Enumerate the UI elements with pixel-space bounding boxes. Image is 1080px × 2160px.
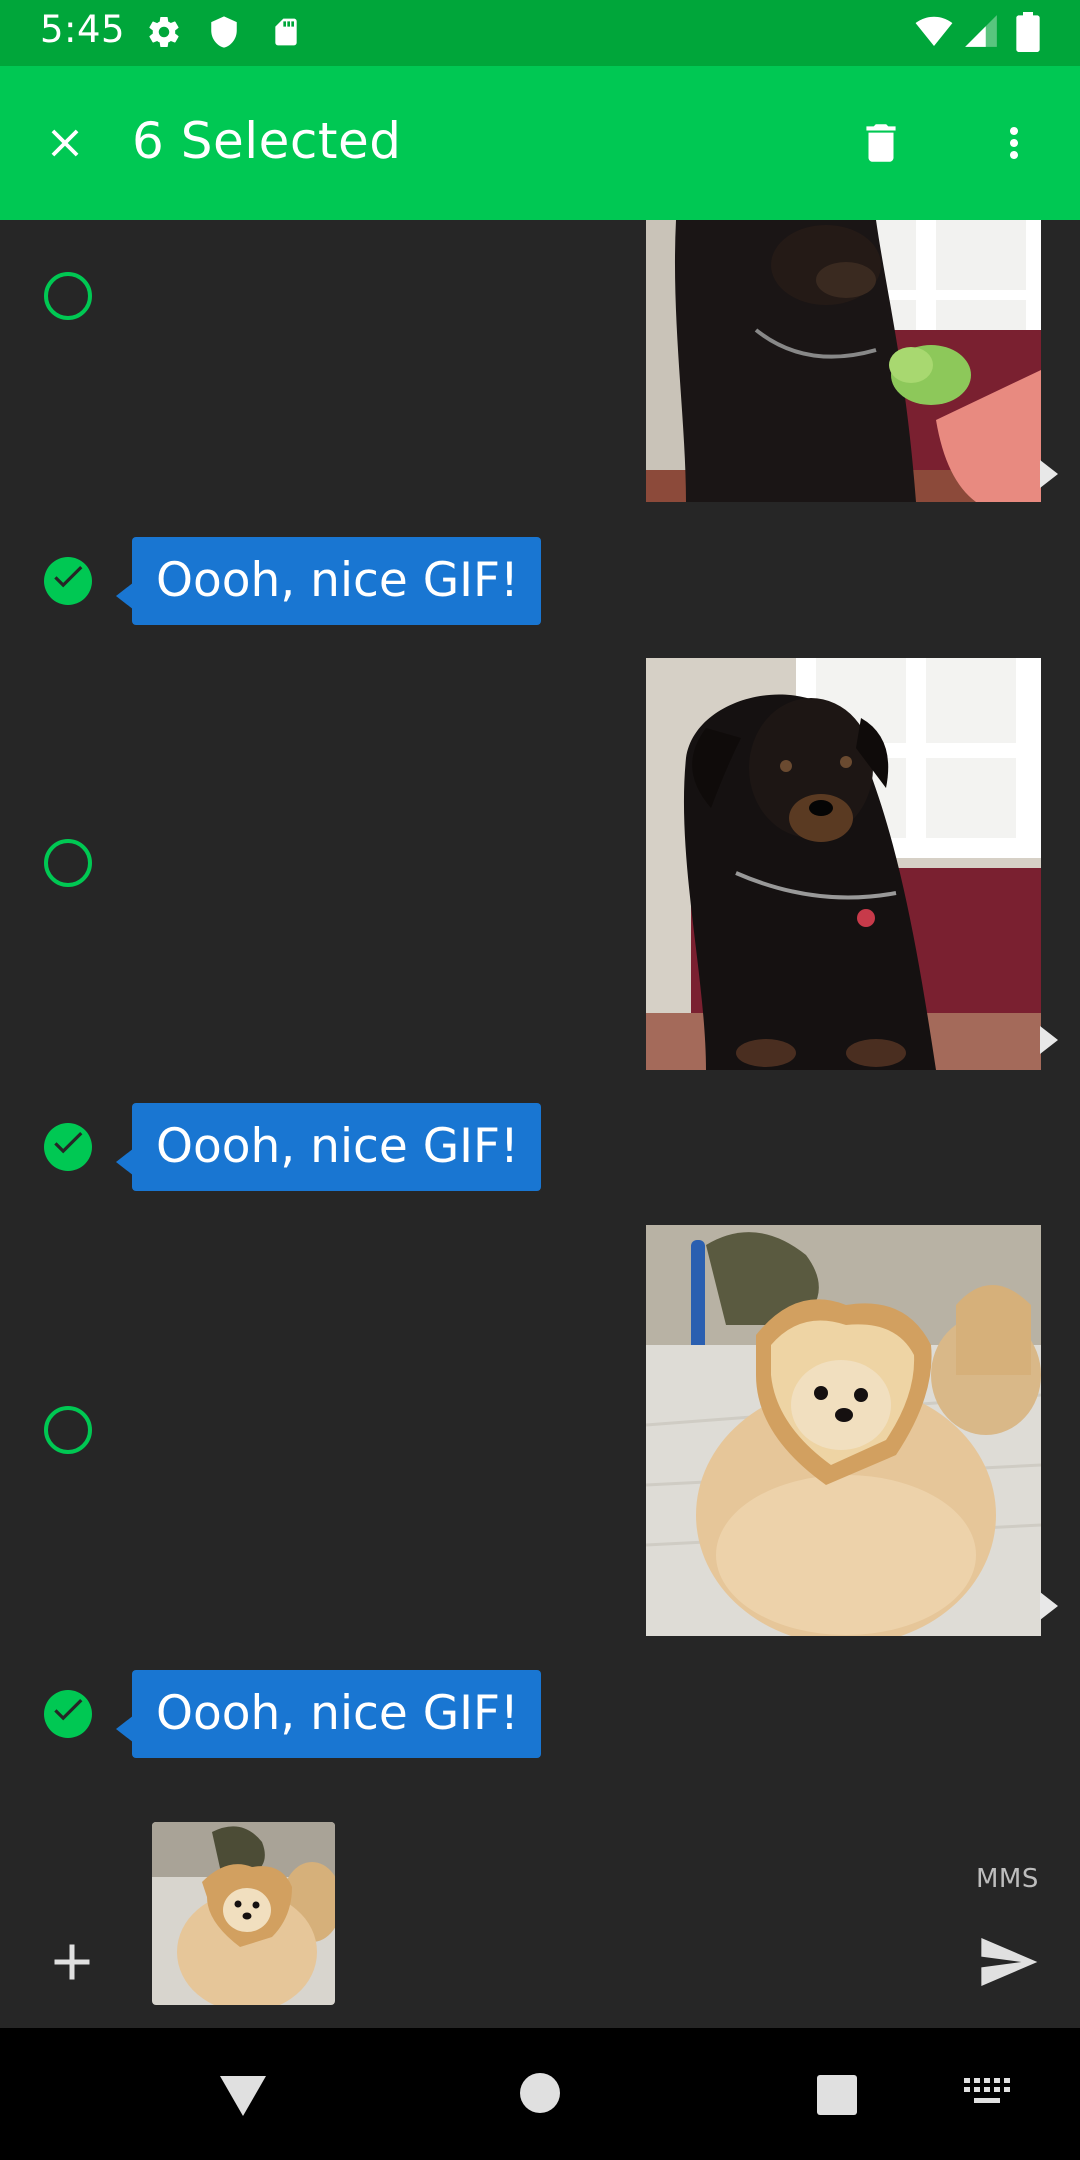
- text-message-bubble[interactable]: Oooh, nice GIF!: [132, 1670, 541, 1758]
- system-navigation-bar: [0, 2028, 1080, 2160]
- check-icon: [54, 565, 83, 588]
- select-radio-checked[interactable]: [44, 1690, 92, 1738]
- close-icon[interactable]: [42, 120, 88, 166]
- recents-icon[interactable]: [816, 2074, 858, 2116]
- selection-count-title: 6 Selected: [132, 112, 402, 170]
- pomeranian-bread-image: [646, 1225, 1041, 1636]
- conversation-screen: 5:45 6 Selected Oooh, nice GIF! Oooh, ni…: [0, 0, 1080, 2160]
- select-radio-checked[interactable]: [44, 557, 92, 605]
- gif-message-rottweiler-eating[interactable]: [646, 220, 1041, 502]
- rottweiler-eating-image: [646, 220, 1041, 502]
- send-icon[interactable]: [976, 1930, 1040, 1994]
- sd-card-icon: [275, 18, 297, 46]
- status-time: 5:45: [40, 8, 126, 51]
- plus-icon[interactable]: [42, 1932, 102, 1992]
- message-mode-label: MMS: [976, 1864, 1039, 1894]
- attachment-thumbnail[interactable]: [152, 1822, 335, 2005]
- trash-icon[interactable]: [856, 116, 906, 170]
- check-icon: [54, 1131, 83, 1154]
- text-message-bubble[interactable]: Oooh, nice GIF!: [132, 537, 541, 625]
- gear-icon: [149, 17, 179, 48]
- wifi-icon: [915, 16, 953, 47]
- battery-icon: [1016, 12, 1040, 52]
- more-vert-icon[interactable]: [990, 118, 1038, 168]
- text-message-bubble[interactable]: Oooh, nice GIF!: [132, 1103, 541, 1191]
- compose-bar: MMS: [0, 1800, 1080, 2028]
- selection-app-bar: 6 Selected: [0, 66, 1080, 220]
- select-radio[interactable]: [44, 839, 92, 887]
- gif-tail: [1040, 1026, 1058, 1054]
- select-radio[interactable]: [44, 272, 92, 320]
- home-icon[interactable]: [519, 2072, 561, 2114]
- gif-tail: [1040, 460, 1058, 488]
- select-radio-checked[interactable]: [44, 1123, 92, 1171]
- rottweiler-sitting-image: [646, 658, 1041, 1070]
- back-icon[interactable]: [218, 2072, 268, 2118]
- pomeranian-bread-thumbnail: [152, 1822, 335, 2005]
- gif-message-rottweiler-sitting[interactable]: [646, 658, 1041, 1070]
- gif-tail: [1040, 1592, 1058, 1620]
- keyboard-icon[interactable]: [964, 2078, 1010, 2112]
- check-icon: [54, 1698, 83, 1721]
- message-list[interactable]: Oooh, nice GIF! Oooh, nice GIF! Oooh, ni…: [0, 220, 1080, 1800]
- signal-icon: [965, 15, 997, 47]
- select-radio[interactable]: [44, 1406, 92, 1454]
- shield-icon: [211, 16, 237, 48]
- status-bar: 5:45: [0, 0, 1080, 66]
- gif-message-pomeranian-bread[interactable]: [646, 1225, 1041, 1636]
